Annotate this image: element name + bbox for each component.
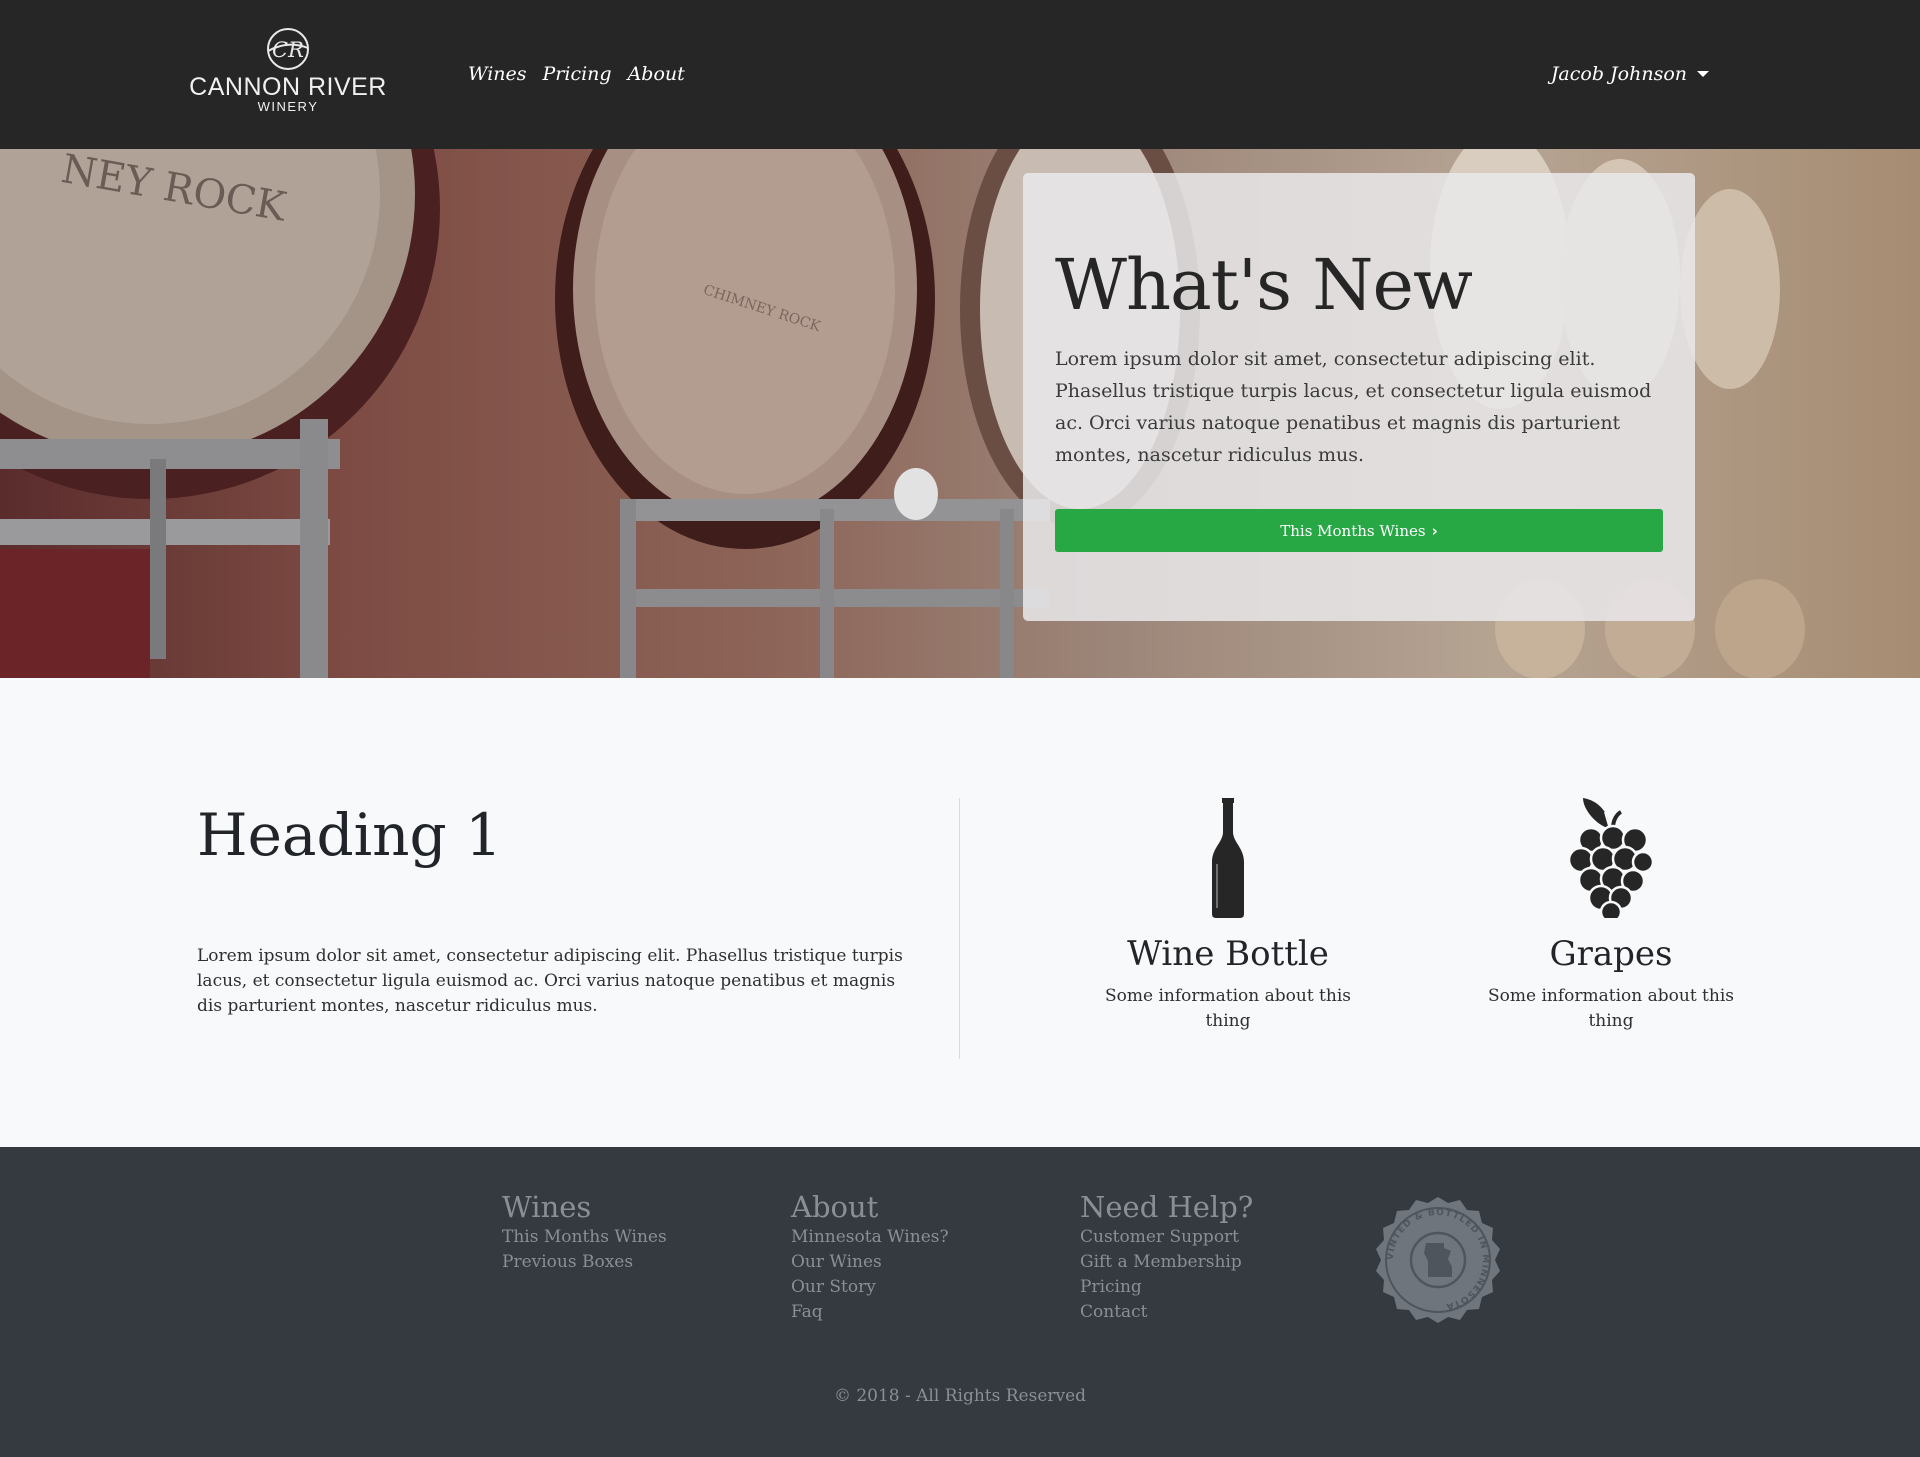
hero-title: What's New bbox=[1055, 244, 1473, 326]
footer-link-faq[interactable]: Faq bbox=[791, 1300, 949, 1325]
feature-grapes: Grapes Some information about this thing bbox=[1481, 798, 1741, 1034]
brand-name: CANNON RIVER bbox=[189, 73, 387, 101]
chevron-right-icon: › bbox=[1431, 521, 1438, 540]
caret-down-icon bbox=[1697, 71, 1709, 77]
footer-column-about: About Minnesota Wines? Our Wines Our Sto… bbox=[791, 1189, 949, 1325]
section-text: Lorem ipsum dolor sit amet, consectetur … bbox=[197, 946, 903, 1016]
footer-heading-about: About bbox=[791, 1190, 879, 1224]
footer-link-previous-boxes[interactable]: Previous Boxes bbox=[502, 1250, 667, 1275]
footer-link-this-months-wines[interactable]: This Months Wines bbox=[502, 1225, 667, 1250]
nav-link-about[interactable]: About bbox=[628, 60, 685, 88]
brand-subtitle: WINERY bbox=[257, 99, 319, 114]
nav-link-pricing[interactable]: Pricing bbox=[543, 60, 612, 88]
feature-title-wine-bottle: Wine Bottle bbox=[1127, 934, 1329, 974]
footer: Wines This Months Wines Previous Boxes A… bbox=[0, 1147, 1920, 1457]
main-nav: Wines Pricing About bbox=[468, 60, 685, 88]
feature-title-grapes: Grapes bbox=[1549, 934, 1673, 974]
footer-link-pricing[interactable]: Pricing bbox=[1080, 1275, 1253, 1300]
footer-link-our-wines[interactable]: Our Wines bbox=[791, 1250, 949, 1275]
footer-link-contact[interactable]: Contact bbox=[1080, 1300, 1253, 1325]
svg-text:CR: CR bbox=[272, 38, 304, 62]
footer-link-customer-support[interactable]: Customer Support bbox=[1080, 1225, 1253, 1250]
hero-section: NEY ROCK CHIMNEY ROCK What's New Lorem i… bbox=[0, 149, 1920, 678]
feature-wine-bottle: Wine Bottle Some information about this … bbox=[1098, 798, 1358, 1034]
feature-text-wine-bottle: Some information about this thing bbox=[1105, 986, 1351, 1031]
this-months-wines-button[interactable]: This Months Wines › bbox=[1055, 509, 1663, 552]
footer-column-need-help: Need Help? Customer Support Gift a Membe… bbox=[1080, 1189, 1253, 1325]
nav-link-wines[interactable]: Wines bbox=[468, 60, 527, 88]
navbar: CR CANNON RIVER WINERY Wines Pricing Abo… bbox=[0, 0, 1920, 149]
feature-text-grapes: Some information about this thing bbox=[1488, 986, 1734, 1031]
footer-heading-wines: Wines bbox=[502, 1190, 592, 1224]
footer-link-gift-a-membership[interactable]: Gift a Membership bbox=[1080, 1250, 1253, 1275]
vertical-divider bbox=[959, 798, 960, 1059]
minnesota-seal-icon: VINTED & BOTTLED IN MINNESOTA bbox=[1376, 1197, 1500, 1323]
wine-bottle-icon bbox=[1212, 798, 1244, 918]
copyright-text: © 2018 - All Rights Reserved bbox=[833, 1386, 1087, 1406]
footer-column-wines: Wines This Months Wines Previous Boxes bbox=[502, 1189, 667, 1275]
whats-new-card: What's New Lorem ipsum dolor sit amet, c… bbox=[1023, 173, 1695, 621]
footer-heading-need-help: Need Help? bbox=[1080, 1190, 1254, 1224]
hero-text: Lorem ipsum dolor sit amet, consectetur … bbox=[1055, 348, 1652, 466]
section-heading: Heading 1 bbox=[197, 801, 502, 869]
brand-logo[interactable]: CR CANNON RIVER WINERY bbox=[186, 26, 390, 124]
logo-monogram-icon: CR bbox=[267, 28, 309, 70]
user-menu-dropdown[interactable]: Jacob Johnson bbox=[1551, 60, 1709, 88]
footer-link-our-story[interactable]: Our Story bbox=[791, 1275, 949, 1300]
footer-link-minnesota-wines[interactable]: Minnesota Wines? bbox=[791, 1225, 949, 1250]
features-section: Heading 1 Lorem ipsum dolor sit amet, co… bbox=[0, 678, 1920, 1147]
grapes-icon bbox=[1569, 798, 1653, 918]
user-name: Jacob Johnson bbox=[1550, 63, 1687, 85]
this-months-wines-label: This Months Wines bbox=[1280, 521, 1426, 540]
